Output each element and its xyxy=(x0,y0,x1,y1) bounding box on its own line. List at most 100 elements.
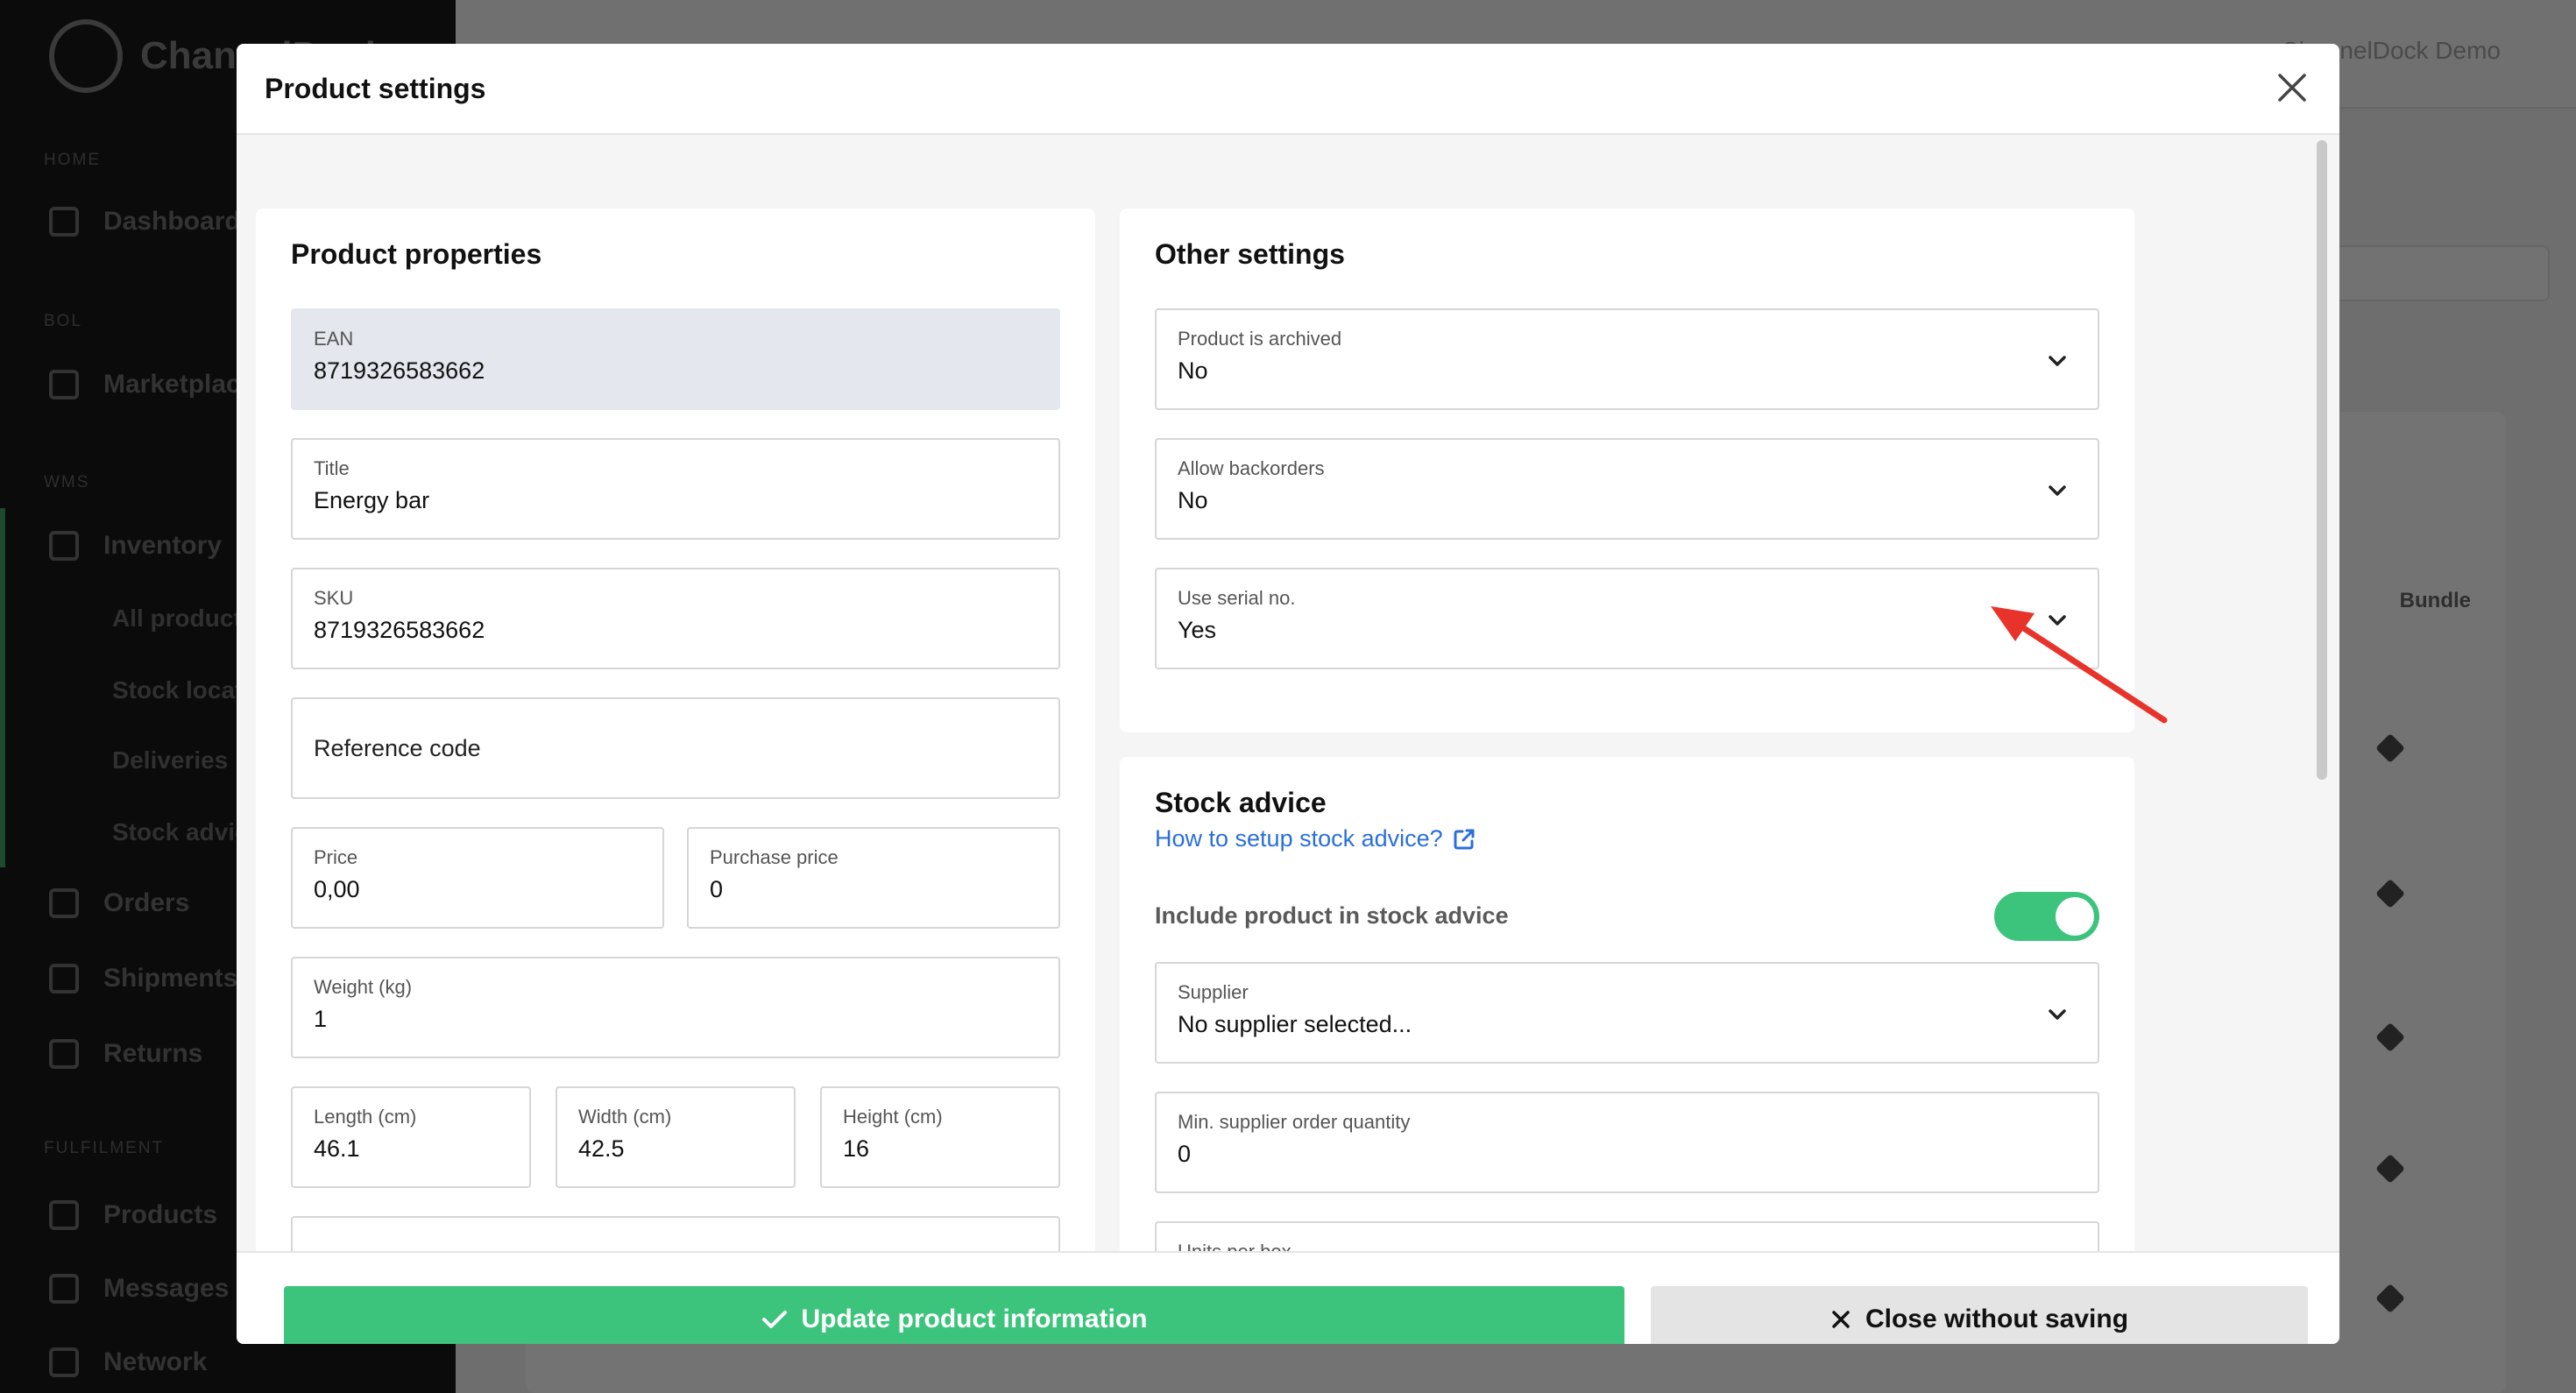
sidebar-section-label: Fulfilment xyxy=(44,1139,165,1157)
ean-field: EAN 8719326583662 xyxy=(291,308,1060,410)
supplier-select[interactable]: Supplier No supplier selected... xyxy=(1155,962,2099,1064)
close-without-saving-button[interactable]: Close without saving xyxy=(1651,1286,2308,1344)
external-link-icon xyxy=(1454,829,1475,849)
weight-label: Weight (kg) xyxy=(314,976,413,998)
min-order-quantity-value: 0 xyxy=(1178,1141,1192,1167)
height-label: Height (cm) xyxy=(843,1106,943,1128)
scrollbar-thumb[interactable] xyxy=(2317,140,2327,780)
width-field[interactable]: Width (cm) 42.5 xyxy=(556,1086,796,1188)
other-settings-title: Other settings xyxy=(1155,238,1345,270)
title-label: Title xyxy=(314,457,350,479)
serial-no-select[interactable]: Use serial no. Yes xyxy=(1155,568,2099,669)
length-value: 46.1 xyxy=(314,1135,360,1162)
sku-label: SKU xyxy=(314,587,354,609)
sidebar-section-label: Bol xyxy=(44,312,83,330)
title-field[interactable]: Title Energy bar xyxy=(291,438,1060,540)
archived-label: Product is archived xyxy=(1178,328,1342,350)
backorders-label: Allow backorders xyxy=(1178,457,1325,479)
additional-field[interactable] xyxy=(291,1216,1060,1251)
stock-advice-title: Stock advice xyxy=(1155,787,1327,818)
help-link-text: How to setup stock advice? xyxy=(1155,825,1443,852)
units-per-box-field[interactable]: Units per box xyxy=(1155,1221,2099,1251)
sidebar-item-products: Products xyxy=(49,1200,217,1230)
min-order-quantity-label: Min. supplier order quantity xyxy=(1178,1111,1411,1133)
sidebar-section-label: WMS xyxy=(44,473,90,491)
archived-select[interactable]: Product is archived No xyxy=(1155,308,2099,410)
brand-logo-icon xyxy=(49,19,123,93)
backorders-select[interactable]: Allow backorders No xyxy=(1155,438,2099,540)
include-stock-advice-toggle[interactable] xyxy=(1994,892,2099,941)
height-value: 16 xyxy=(843,1135,870,1162)
modal-title: Product settings xyxy=(265,72,486,104)
check-icon xyxy=(761,1311,787,1328)
background-select xyxy=(2322,245,2550,301)
chevron-down-icon xyxy=(2049,356,2066,366)
inventory-icon xyxy=(49,531,79,561)
price-label: Price xyxy=(314,846,358,868)
chevron-down-icon xyxy=(2049,485,2066,496)
annotation-arrow-icon xyxy=(1991,606,2168,724)
sidebar-item-messages: Messages xyxy=(49,1274,229,1304)
close-icon xyxy=(1832,1311,1850,1328)
weight-field[interactable]: Weight (kg) 1 xyxy=(291,957,1060,1058)
sidebar-active-indicator xyxy=(0,508,5,867)
orders-icon xyxy=(49,888,79,918)
shipments-icon xyxy=(49,964,79,993)
sidebar-subitem: Deliveries xyxy=(112,746,229,774)
product-properties-title: Product properties xyxy=(291,238,542,270)
sidebar-subitem: All products xyxy=(112,605,256,632)
ean-value: 8719326583662 xyxy=(314,357,485,384)
sidebar-item-marketplace: Marketplace xyxy=(49,370,255,400)
update-product-button[interactable]: Update product information xyxy=(284,1286,1624,1344)
sidebar-item-inventory: Inventory xyxy=(49,531,222,561)
products-icon xyxy=(49,1200,79,1230)
messages-icon xyxy=(49,1274,79,1304)
returns-icon xyxy=(49,1039,79,1069)
units-per-box-label: Units per box xyxy=(1178,1241,1292,1251)
dashboard-icon xyxy=(49,207,79,237)
height-field[interactable]: Height (cm) 16 xyxy=(820,1086,1060,1188)
backorders-value: No xyxy=(1178,487,1208,513)
purchase-price-field[interactable]: Purchase price 0 xyxy=(687,827,1060,929)
network-icon xyxy=(49,1347,79,1377)
purchase-price-label: Purchase price xyxy=(710,846,839,868)
sidebar-item-returns: Returns xyxy=(49,1039,202,1069)
purchase-price-value: 0 xyxy=(710,876,724,902)
title-value: Energy bar xyxy=(314,487,430,513)
ean-label: EAN xyxy=(314,328,354,350)
min-order-quantity-field[interactable]: Min. supplier order quantity 0 xyxy=(1155,1092,2099,1193)
length-label: Length (cm) xyxy=(314,1106,417,1128)
reference-code-field[interactable]: Reference code xyxy=(291,697,1060,799)
sidebar-item-shipments: Shipments xyxy=(49,964,237,993)
reference-code-placeholder: Reference code xyxy=(314,734,481,761)
serial-no-value: Yes xyxy=(1178,617,1217,643)
modal-header: Product settings xyxy=(237,44,2339,135)
modal-footer: Update product information Close without… xyxy=(237,1251,2339,1344)
price-value: 0,00 xyxy=(314,876,360,902)
sidebar-section-label: Home xyxy=(44,151,101,169)
sidebar-item-network: Network xyxy=(49,1347,207,1377)
supplier-value: No supplier selected... xyxy=(1178,1011,1412,1037)
product-properties-card: Product properties EAN 8719326583662 Tit… xyxy=(256,209,1095,1251)
background-column-bundle: Bundle xyxy=(2399,589,2471,612)
close-icon[interactable] xyxy=(2275,70,2310,105)
include-stock-advice-label: Include product in stock advice xyxy=(1155,902,1509,929)
toggle-knob xyxy=(2056,897,2094,936)
cart-icon xyxy=(49,370,79,400)
weight-value: 1 xyxy=(314,1006,328,1032)
stock-advice-help-link[interactable]: How to setup stock advice? xyxy=(1155,825,1476,852)
serial-no-label: Use serial no. xyxy=(1178,587,1296,609)
supplier-label: Supplier xyxy=(1178,981,1249,1003)
sku-value: 8719326583662 xyxy=(314,617,485,643)
stock-advice-card: Stock advice How to setup stock advice? … xyxy=(1120,757,2134,1251)
width-value: 42.5 xyxy=(578,1135,625,1162)
update-product-label: Update product information xyxy=(801,1305,1148,1333)
archived-value: No xyxy=(1178,357,1208,384)
close-without-saving-label: Close without saving xyxy=(1865,1305,2129,1333)
sidebar-item-orders: Orders xyxy=(49,888,189,918)
chevron-down-icon xyxy=(2049,1009,2066,1020)
sidebar-item-dashboard: Dashboard xyxy=(49,207,241,237)
length-field[interactable]: Length (cm) 46.1 xyxy=(291,1086,531,1188)
sku-field[interactable]: SKU 8719326583662 xyxy=(291,568,1060,669)
price-field[interactable]: Price 0,00 xyxy=(291,827,664,929)
